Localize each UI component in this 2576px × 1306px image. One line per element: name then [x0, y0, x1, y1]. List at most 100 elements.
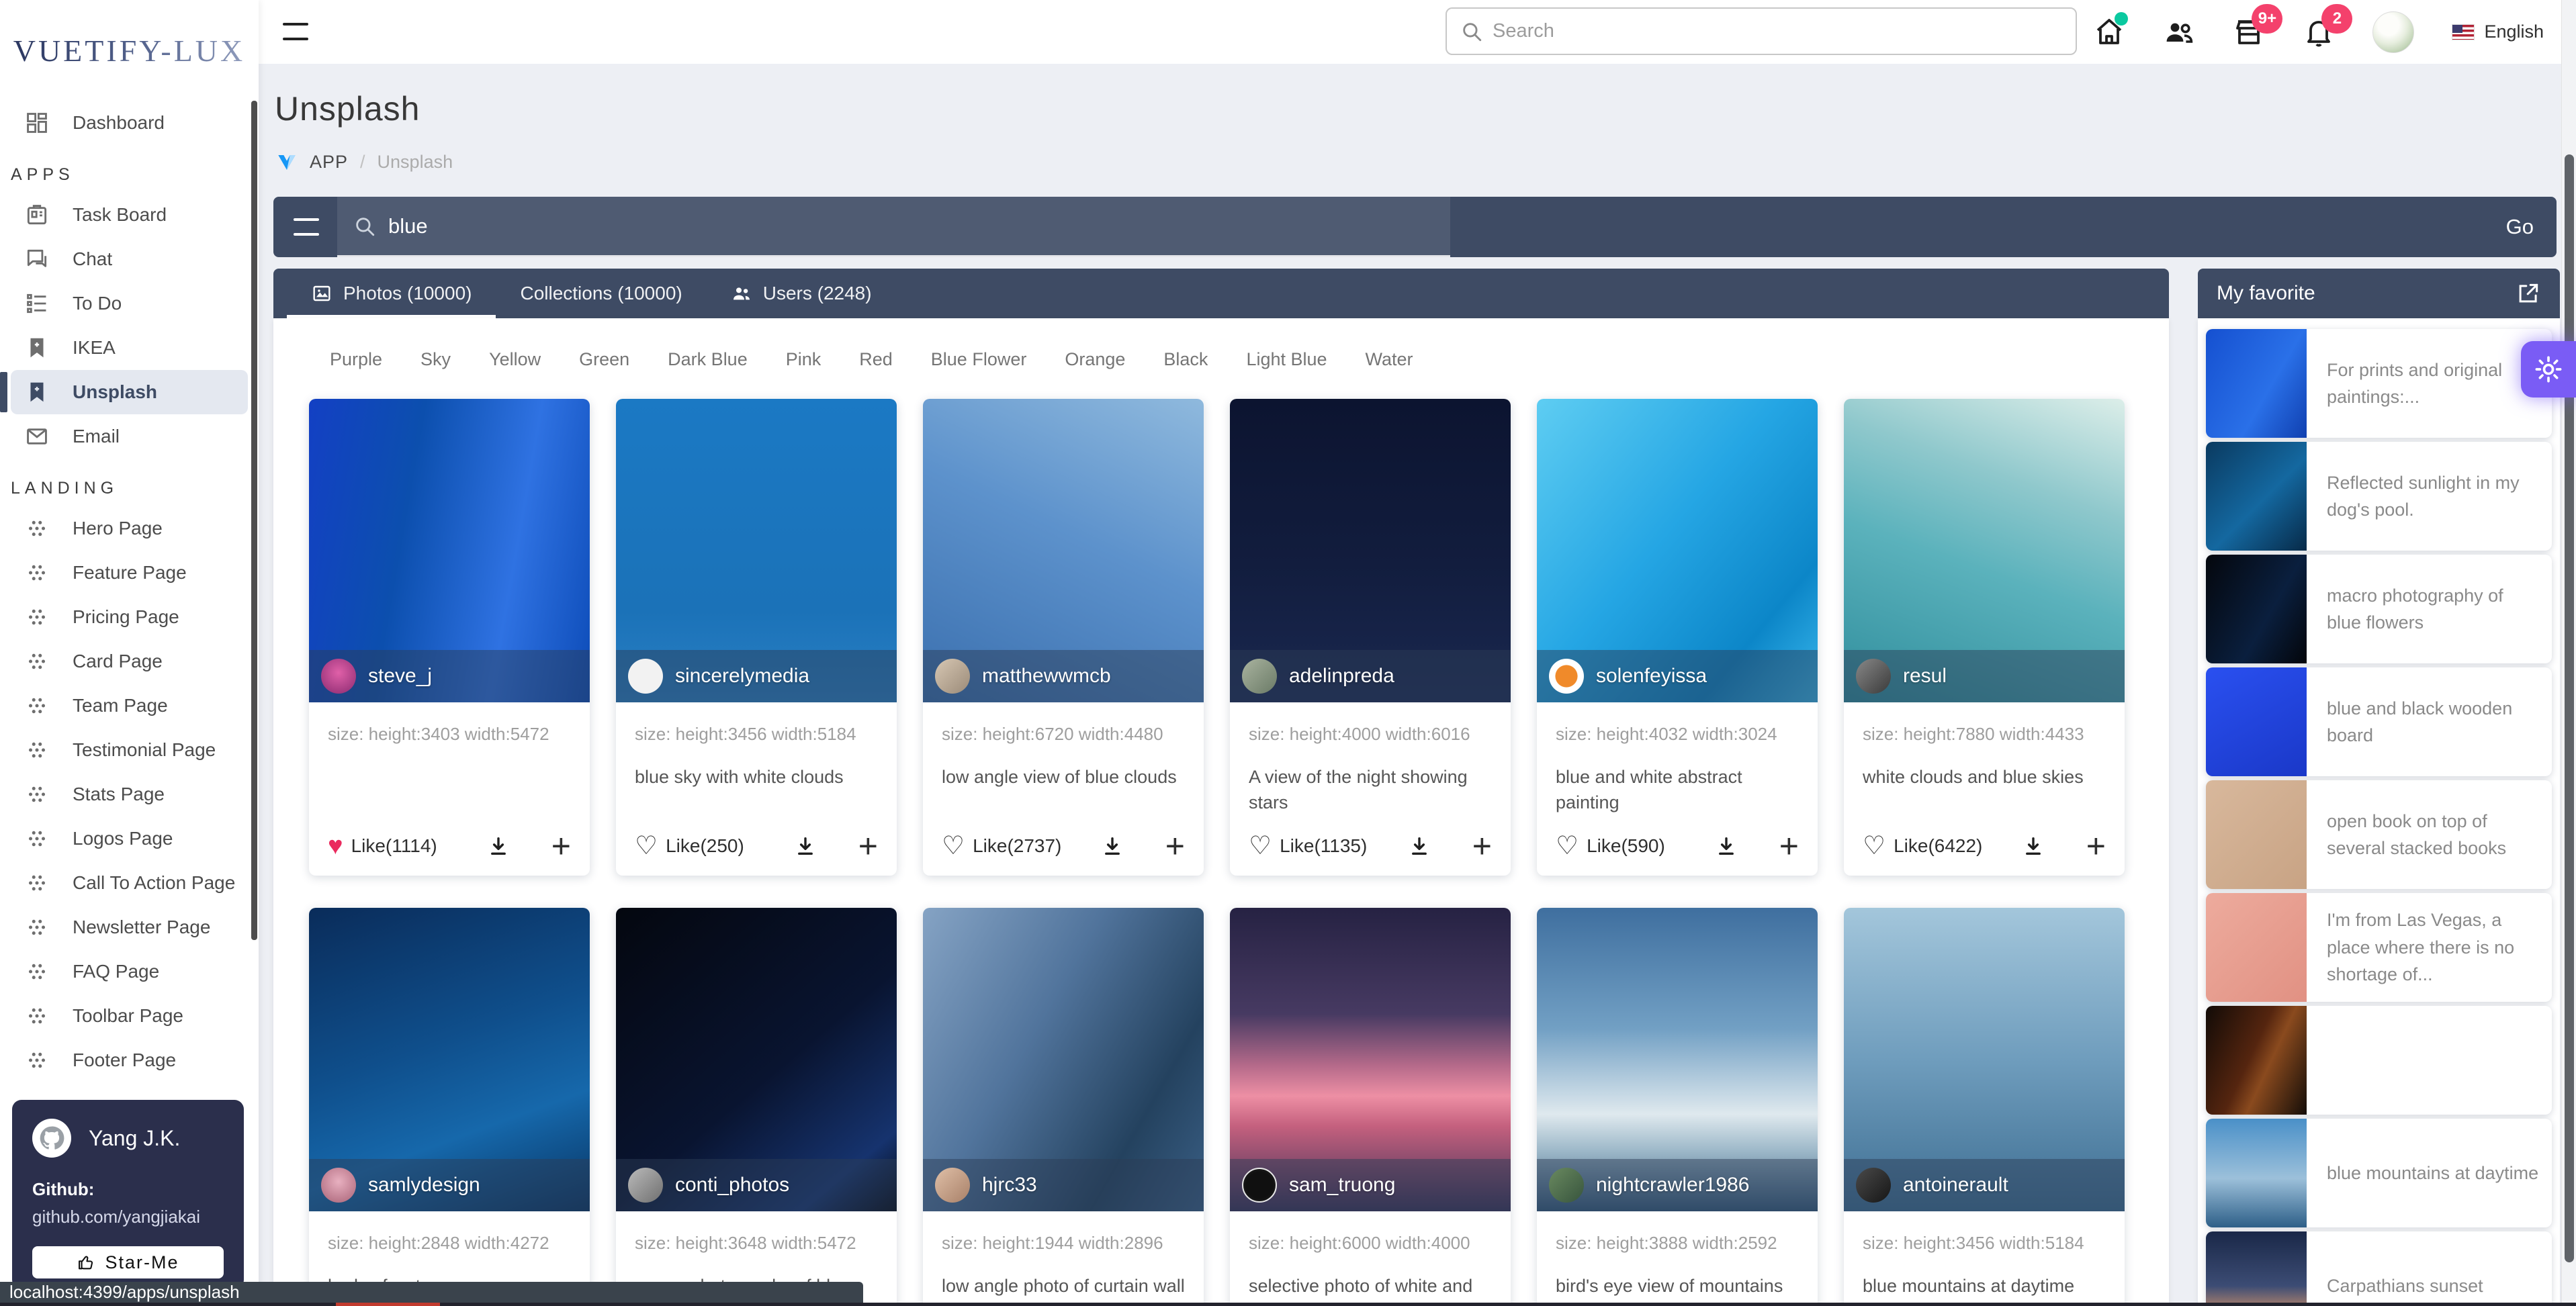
language-selector[interactable]: English — [2452, 21, 2544, 42]
tab-users[interactable]: Users (2248) — [707, 269, 896, 318]
like-button[interactable]: ♥ Like(1114) — [328, 833, 437, 859]
add-button[interactable]: + — [1165, 829, 1185, 863]
photo-image[interactable]: hjrc33 — [923, 908, 1204, 1211]
photo-user-bar[interactable]: solenfeyissa — [1537, 650, 1818, 702]
photo-user-bar[interactable]: steve_j — [309, 650, 590, 702]
like-button[interactable]: ♡ Like(2737) — [942, 833, 1061, 859]
photo-user-bar[interactable]: adelinpreda — [1230, 650, 1511, 702]
sidebar-item-email[interactable]: Email — [0, 414, 259, 459]
download-button[interactable] — [487, 835, 510, 857]
like-button[interactable]: ♡ Like(1135) — [1249, 833, 1367, 859]
sidebar-item-dashboard[interactable]: Dashboard — [0, 101, 259, 145]
favorite-item[interactable]: I'm from Las Vegas, a place where there … — [2206, 893, 2552, 1002]
store-button[interactable]: 9+ — [2233, 3, 2283, 48]
add-button[interactable]: + — [1779, 829, 1799, 863]
sidebar-item-to-do[interactable]: To Do — [0, 281, 259, 326]
chip-sky[interactable]: Sky — [420, 349, 451, 370]
download-button[interactable] — [1715, 835, 1738, 857]
users-button[interactable] — [2163, 16, 2195, 48]
sidebar-item-card-page[interactable]: Card Page — [0, 639, 259, 684]
photo-user-bar[interactable]: hjrc33 — [923, 1159, 1204, 1211]
chip-pink[interactable]: Pink — [786, 349, 821, 370]
sidebar-item-call-to-action-page[interactable]: Call To Action Page — [0, 861, 259, 905]
profile-avatar[interactable] — [2372, 11, 2415, 53]
like-button[interactable]: ♡ Like(6422) — [1863, 833, 1982, 859]
chip-blue-flower[interactable]: Blue Flower — [931, 349, 1027, 370]
favorite-item[interactable]: blue and black wooden board — [2206, 667, 2552, 776]
chip-water[interactable]: Water — [1366, 349, 1413, 370]
download-button[interactable] — [1408, 835, 1431, 857]
chip-dark-blue[interactable]: Dark Blue — [668, 349, 748, 370]
scrollbar-thumb[interactable] — [2565, 154, 2574, 1262]
photo-image[interactable]: sam_truong — [1230, 908, 1511, 1211]
photo-image[interactable]: antoinerault — [1844, 908, 2125, 1211]
download-button[interactable] — [1101, 835, 1124, 857]
chip-red[interactable]: Red — [859, 349, 893, 370]
photo-user-bar[interactable]: nightcrawler1986 — [1537, 1159, 1818, 1211]
photo-image[interactable]: steve_j — [309, 399, 590, 702]
chip-black[interactable]: Black — [1163, 349, 1208, 370]
like-button[interactable]: ♡ Like(590) — [1556, 833, 1665, 859]
photo-user-bar[interactable]: sincerelymedia — [616, 650, 897, 702]
sidebar-item-ikea[interactable]: IKEA — [0, 326, 259, 370]
sidebar-item-team-page[interactable]: Team Page — [0, 684, 259, 728]
sidebar-item-newsletter-page[interactable]: Newsletter Page — [0, 905, 259, 949]
notifications-button[interactable]: 2 — [2303, 3, 2353, 48]
sidebar-item-testimonial-page[interactable]: Testimonial Page — [0, 728, 259, 772]
sidebar-item-unsplash[interactable]: Unsplash — [0, 370, 248, 414]
favorite-item[interactable]: macro photography of blue flowers — [2206, 555, 2552, 663]
global-search-box[interactable] — [1446, 7, 2077, 55]
photo-image[interactable]: resul — [1844, 399, 2125, 702]
sidebar-item-chat[interactable]: Chat — [0, 237, 259, 281]
photo-image[interactable]: sincerelymedia — [616, 399, 897, 702]
photo-user-bar[interactable]: matthewwmcb — [923, 650, 1204, 702]
favorite-item[interactable]: Carpathians sunset — [2206, 1231, 2552, 1306]
home-button[interactable] — [2093, 11, 2129, 48]
download-button[interactable] — [2022, 835, 2045, 857]
favorite-item[interactable]: open book on top of several stacked book… — [2206, 780, 2552, 889]
photo-image[interactable]: nightcrawler1986 — [1537, 908, 1818, 1211]
sidebar-item-footer-page[interactable]: Footer Page — [0, 1038, 259, 1082]
photo-user-bar[interactable]: samlydesign — [309, 1159, 590, 1211]
photo-image[interactable]: solenfeyissa — [1537, 399, 1818, 702]
chip-yellow[interactable]: Yellow — [489, 349, 541, 370]
sidebar-item-hero-page[interactable]: Hero Page — [0, 506, 259, 551]
sidebar-scrollbar[interactable] — [251, 101, 257, 940]
sidebar-item-faq-page[interactable]: FAQ Page — [0, 949, 259, 994]
add-button[interactable]: + — [2086, 829, 2106, 863]
breadcrumb-app[interactable]: APP — [310, 152, 348, 173]
add-button[interactable]: + — [551, 829, 571, 863]
tab-collections[interactable]: Collections (10000) — [496, 269, 706, 318]
chip-orange[interactable]: Orange — [1065, 349, 1125, 370]
chip-green[interactable]: Green — [579, 349, 629, 370]
sidebar-item-feature-page[interactable]: Feature Page — [0, 551, 259, 595]
download-button[interactable] — [794, 835, 817, 857]
photo-image[interactable]: samlydesign — [309, 908, 590, 1211]
add-button[interactable]: + — [858, 829, 878, 863]
favorite-item[interactable]: blue mountains at daytime — [2206, 1119, 2552, 1227]
sidebar-item-logos-page[interactable]: Logos Page — [0, 817, 259, 861]
photo-image[interactable]: matthewwmcb — [923, 399, 1204, 702]
chip-light-blue[interactable]: Light Blue — [1246, 349, 1327, 370]
global-search-input[interactable] — [1493, 20, 2062, 42]
photo-image[interactable]: conti_photos — [616, 908, 897, 1211]
photo-user-bar[interactable]: antoinerault — [1844, 1159, 2125, 1211]
sidebar-item-pricing-page[interactable]: Pricing Page — [0, 595, 259, 639]
add-button[interactable]: + — [1472, 829, 1492, 863]
photo-image[interactable]: adelinpreda — [1230, 399, 1511, 702]
tab-photos[interactable]: Photos (10000) — [287, 269, 496, 318]
favorite-item[interactable]: Reflected sunlight in my dog's pool. — [2206, 442, 2552, 551]
favorite-item[interactable]: For prints and original paintings:... — [2206, 329, 2552, 438]
settings-fab[interactable] — [2521, 341, 2576, 398]
chip-purple[interactable]: Purple — [330, 349, 382, 370]
star-me-button[interactable]: Star-Me — [32, 1246, 224, 1278]
sidebar-item-task-board[interactable]: Task Board — [0, 193, 259, 237]
sidebar-item-toolbar-page[interactable]: Toolbar Page — [0, 994, 259, 1038]
photo-user-bar[interactable]: resul — [1844, 650, 2125, 702]
photo-user-bar[interactable]: conti_photos — [616, 1159, 897, 1211]
like-button[interactable]: ♡ Like(250) — [635, 833, 744, 859]
query-input[interactable] — [388, 214, 1434, 238]
open-in-new-icon[interactable] — [2516, 281, 2541, 306]
page-scrollbar[interactable] — [2561, 0, 2576, 1306]
query-field[interactable] — [337, 197, 1450, 257]
